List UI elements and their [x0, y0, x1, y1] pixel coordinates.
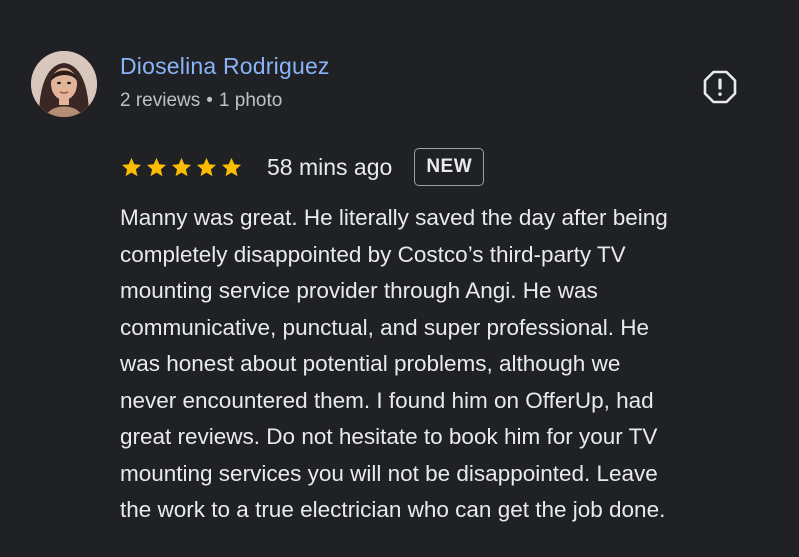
photos-count: 1 photo	[218, 90, 283, 111]
star-icon	[145, 156, 168, 179]
review-text-line: never encountered them. I found him on O…	[120, 387, 654, 413]
review-text-line: was honest about potential problems, alt…	[120, 351, 621, 376]
review-time: 58 mins ago	[267, 153, 393, 180]
new-badge: NEW	[414, 148, 485, 186]
avatar[interactable]	[31, 51, 97, 117]
star-icon	[220, 156, 243, 179]
review-text-line: completely disappointed by Costco’s thir…	[120, 241, 626, 267]
review-text-line: mounting service provider through Angi. …	[120, 278, 598, 303]
rating-row: 58 mins ago NEW	[120, 145, 485, 189]
reviewer-meta[interactable]: 2 reviews • 1 photo	[120, 90, 282, 112]
review-text: Manny was great. He literally saved the …	[120, 200, 775, 529]
review-text-line: Manny was great. He literally saved the …	[120, 205, 668, 230]
review-text-line: the work to a true electrician who can g…	[120, 497, 666, 522]
meta-separator: •	[206, 90, 213, 111]
star-icon	[120, 156, 143, 179]
report-flag-icon	[702, 69, 738, 110]
star-icon	[170, 156, 193, 179]
review-text-line: mounting services you will not be disapp…	[120, 460, 658, 486]
star-rating	[120, 156, 243, 179]
star-icon	[195, 156, 218, 179]
review-text-line: great reviews. Do not hesitate to book h…	[120, 424, 658, 449]
reviews-count: 2 reviews	[120, 90, 201, 111]
review-text-line: communicative, punctual, and super profe…	[120, 314, 650, 340]
reviewer-name-link[interactable]: Dioselina Rodriguez	[120, 53, 330, 80]
report-button[interactable]	[700, 69, 740, 109]
